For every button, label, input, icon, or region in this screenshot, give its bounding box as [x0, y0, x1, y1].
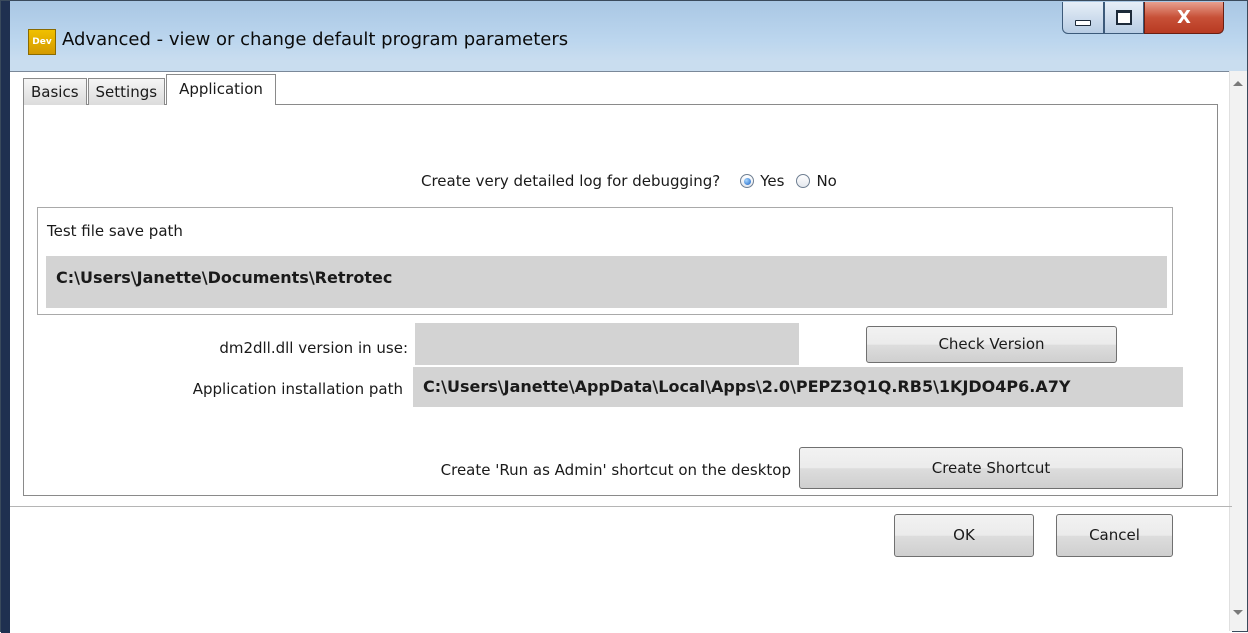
- close-button[interactable]: X: [1144, 2, 1224, 34]
- window-left-border: [1, 1, 10, 633]
- window-title: Advanced - view or change default progra…: [62, 29, 569, 50]
- maximize-icon: [1116, 10, 1132, 25]
- check-version-button[interactable]: Check Version: [866, 326, 1117, 363]
- test-file-path-value[interactable]: C:\Users\Janette\Documents\Retrotec: [46, 256, 1167, 308]
- dll-version-field: [415, 323, 799, 365]
- vertical-scrollbar[interactable]: [1229, 71, 1247, 631]
- close-icon: X: [1177, 7, 1191, 28]
- scroll-up-icon[interactable]: [1233, 81, 1243, 86]
- test-file-path-group: Test file save path C:\Users\Janette\Doc…: [37, 207, 1173, 315]
- debug-yes-label[interactable]: Yes: [760, 172, 784, 190]
- shortcut-label: Create 'Run as Admin' shortcut on the de…: [440, 461, 791, 479]
- cancel-button[interactable]: Cancel: [1056, 514, 1173, 557]
- ok-button[interactable]: OK: [894, 514, 1034, 557]
- install-path-label: Application installation path: [192, 380, 403, 398]
- footer-divider: [10, 506, 1232, 507]
- tab-application[interactable]: Application: [166, 74, 276, 105]
- dialog-window: Dev Advanced - view or change default pr…: [0, 0, 1248, 633]
- debug-yes-radio[interactable]: [740, 174, 755, 188]
- install-path-value[interactable]: C:\Users\Janette\AppData\Local\Apps\2.0\…: [413, 367, 1183, 407]
- minimize-button[interactable]: [1062, 2, 1104, 34]
- dll-version-label: dm2dll.dll version in use:: [219, 339, 408, 357]
- tab-strip: Basics Settings Application: [23, 73, 277, 105]
- debug-log-row: Create very detailed log for debugging? …: [421, 172, 843, 190]
- tab-basics[interactable]: Basics: [23, 78, 87, 105]
- debug-log-question: Create very detailed log for debugging?: [421, 172, 721, 190]
- test-file-path-label: Test file save path: [47, 222, 183, 240]
- scroll-down-icon[interactable]: [1233, 610, 1243, 615]
- create-shortcut-button[interactable]: Create Shortcut: [799, 447, 1183, 489]
- minimize-icon: [1075, 19, 1091, 26]
- debug-no-label[interactable]: No: [816, 172, 836, 190]
- debug-no-radio[interactable]: [796, 174, 811, 188]
- tab-settings[interactable]: Settings: [87, 78, 166, 105]
- app-icon: Dev: [28, 29, 56, 55]
- maximize-button[interactable]: [1104, 2, 1144, 34]
